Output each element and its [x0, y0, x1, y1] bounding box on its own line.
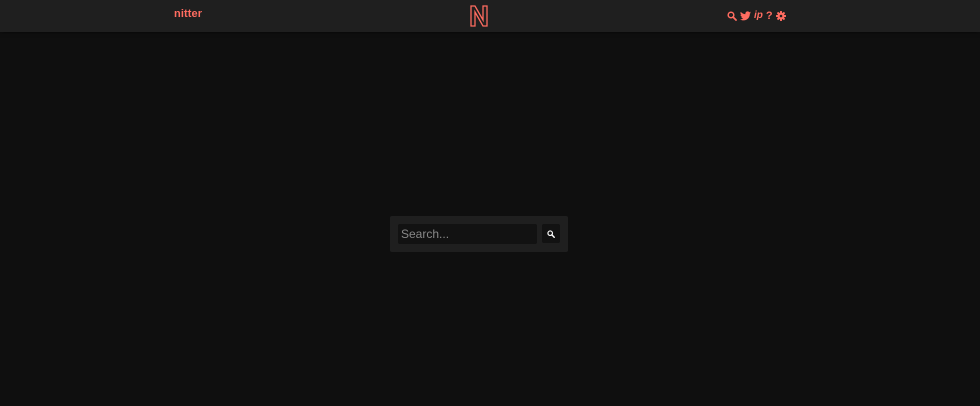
- brand-link[interactable]: nitter: [174, 8, 202, 20]
- search-icon[interactable]: [727, 9, 737, 23]
- nitter-logo-icon[interactable]: [469, 4, 489, 28]
- search-input[interactable]: [398, 224, 537, 244]
- twitter-bird-icon[interactable]: [740, 9, 751, 23]
- help-icon[interactable]: ?: [766, 9, 773, 23]
- rss-icon[interactable]: ip: [754, 9, 763, 23]
- search-button[interactable]: [542, 224, 560, 243]
- search-icon: [547, 226, 555, 241]
- navbar: nitter ip ?: [0, 0, 980, 32]
- rss-icon-glyph: ip: [754, 10, 763, 21]
- gear-icon[interactable]: [775, 9, 786, 23]
- help-icon-glyph: ?: [765, 10, 773, 22]
- nav-icons: ip ?: [727, 9, 786, 23]
